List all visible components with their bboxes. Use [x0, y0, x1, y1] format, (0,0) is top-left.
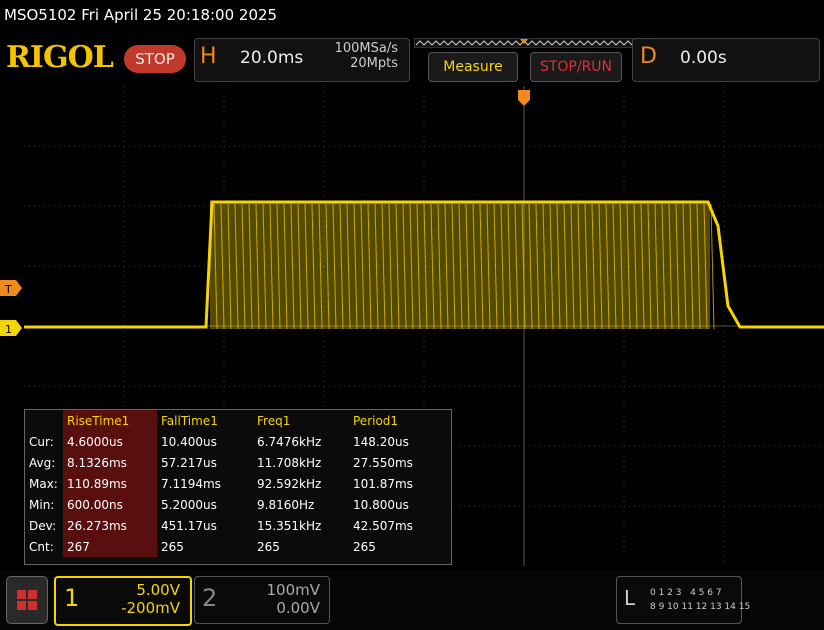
trigger-level-label: T — [4, 283, 12, 296]
title-bar: MSO5102 Fri April 25 20:18:00 2025 — [0, 0, 824, 32]
main-menu-button[interactable] — [6, 576, 48, 624]
cell: 42.507ms — [353, 518, 413, 533]
cell: 26.273ms — [63, 515, 157, 536]
col-freq: Freq1 — [257, 413, 291, 428]
channel2-values: 100mV 0.00V — [230, 581, 320, 617]
cell: 11.708kHz — [257, 455, 322, 470]
cell: 10.400us — [161, 434, 217, 449]
cell: 451.17us — [161, 518, 217, 533]
cell: 10.800us — [353, 497, 409, 512]
cell: 7.1194ms — [161, 476, 221, 491]
stop-run-button[interactable]: STOP/RUN — [530, 52, 622, 82]
table-row: Cnt: 267 265 265 265 — [25, 536, 445, 557]
memory-position-bar — [414, 38, 634, 48]
cell: 600.00ns — [63, 494, 157, 515]
cell: 57.217us — [161, 455, 217, 470]
menu-grid-icon — [17, 590, 37, 610]
table-row: Cur: 4.6000us 10.400us 6.7476kHz 148.20u… — [25, 431, 445, 452]
row-label: Cur: — [29, 434, 54, 449]
col-falltime: FallTime1 — [161, 413, 218, 428]
cell: 265 — [161, 539, 184, 554]
delay-letter: D — [640, 44, 657, 69]
row-label: Avg: — [29, 455, 56, 470]
cell: 9.8160Hz — [257, 497, 315, 512]
cell: 110.89ms — [63, 473, 157, 494]
logic-channel-numbers: 0 1 2 3 4 5 6 7 8 9 10 11 12 13 14 15 — [650, 586, 750, 614]
logic-row2: 8 9 10 11 12 13 14 15 — [650, 602, 751, 612]
col-risetime: RiseTime1 — [63, 410, 157, 431]
row-label: Min: — [29, 497, 55, 512]
channel1-scale: 5.00V — [136, 581, 180, 599]
cell: 6.7476kHz — [257, 434, 322, 449]
channel1-number: 1 — [64, 584, 80, 612]
cell: 4.6000us — [63, 431, 157, 452]
measurement-table: RiseTime1 FallTime1 Freq1 Period1 Cur: 4… — [24, 409, 452, 565]
cell: 15.351kHz — [257, 518, 322, 533]
cell: 92.592kHz — [257, 476, 322, 491]
col-period: Period1 — [353, 413, 399, 428]
rigol-logo: RIGOL — [6, 40, 114, 75]
cell: 267 — [63, 536, 157, 557]
horizontal-scale: 20.0ms — [240, 48, 304, 68]
row-label: Max: — [29, 476, 58, 491]
table-row: Dev: 26.273ms 451.17us 15.351kHz 42.507m… — [25, 515, 445, 536]
run-state-badge[interactable]: STOP — [124, 45, 186, 73]
table-row: Avg: 8.1326ms 57.217us 11.708kHz 27.550m… — [25, 452, 445, 473]
channel2-offset: 0.00V — [276, 599, 320, 617]
delay-value: 0.00s — [680, 48, 727, 68]
row-label: Cnt: — [29, 539, 54, 554]
channel1-level-label: 1 — [5, 323, 12, 336]
table-row: Max: 110.89ms 7.1194ms 92.592kHz 101.87m… — [25, 473, 445, 494]
channel2-scale: 100mV — [266, 581, 320, 599]
table-header-row: RiseTime1 FallTime1 Freq1 Period1 — [25, 410, 445, 431]
cell: 8.1326ms — [63, 452, 157, 473]
cell: 101.87ms — [353, 476, 413, 491]
horizontal-letter: H — [200, 44, 217, 69]
logic-letter: L — [624, 586, 636, 610]
cell: 265 — [257, 539, 280, 554]
channel2-number: 2 — [202, 584, 218, 612]
memory-depth: 20Mpts — [350, 56, 398, 71]
cell: 148.20us — [353, 434, 409, 449]
cell: 27.550ms — [353, 455, 413, 470]
channel1-offset: -200mV — [121, 599, 180, 617]
cell: 5.2000us — [161, 497, 217, 512]
level-markers[interactable]: T 1 — [0, 278, 24, 338]
cell: 265 — [353, 539, 376, 554]
sample-info: 100MSa/s 20Mpts — [300, 41, 398, 71]
sample-rate: 100MSa/s — [334, 41, 398, 56]
channel1-values: 5.00V -200mV — [90, 581, 180, 617]
row-label: Dev: — [29, 518, 57, 533]
measure-button[interactable]: Measure — [428, 52, 518, 82]
logic-row1: 0 1 2 3 4 5 6 7 — [650, 588, 722, 598]
model-datetime: MSO5102 Fri April 25 20:18:00 2025 — [4, 6, 278, 24]
table-row: Min: 600.00ns 5.2000us 9.8160Hz 10.800us — [25, 494, 445, 515]
